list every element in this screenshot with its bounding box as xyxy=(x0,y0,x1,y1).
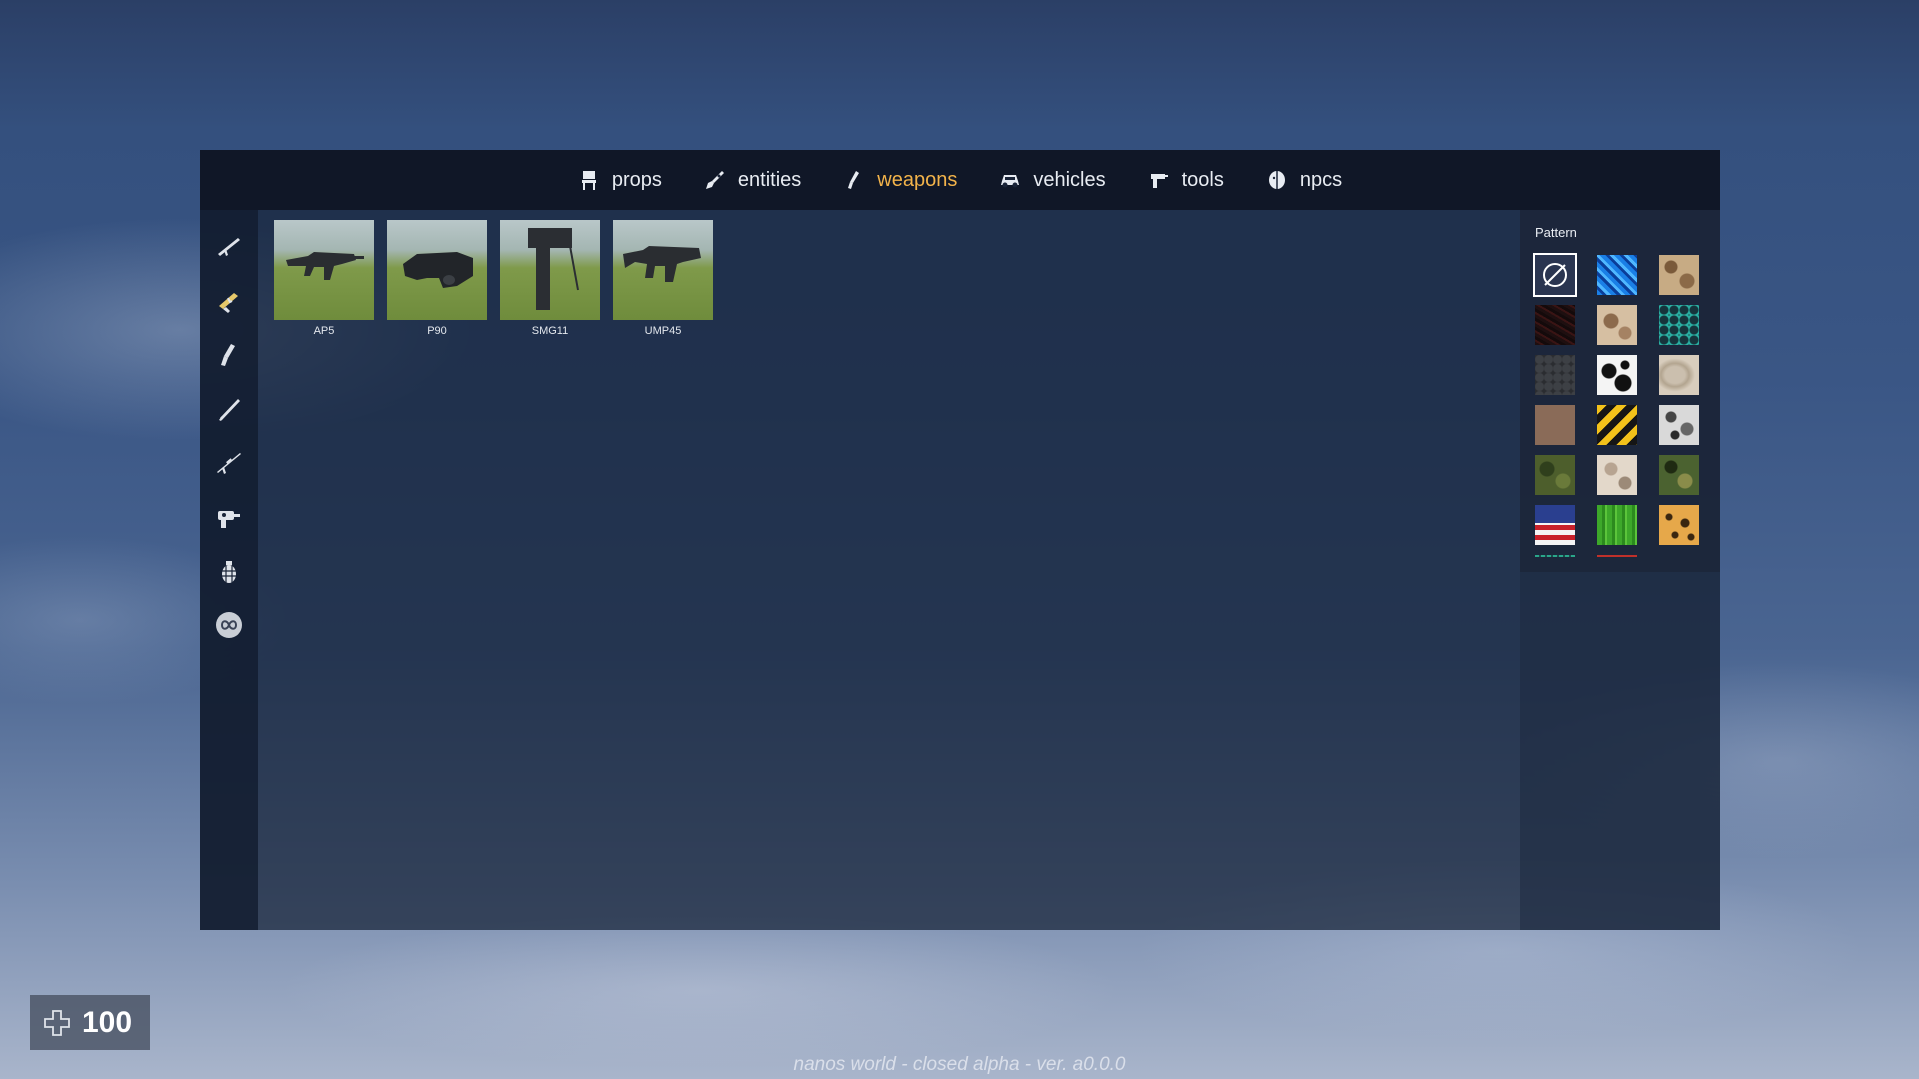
weapon-thumbnail xyxy=(613,220,713,320)
category-rifle[interactable] xyxy=(214,232,244,262)
category-smg[interactable] xyxy=(214,286,244,316)
weapon-thumbnail xyxy=(500,220,600,320)
rocket-icon xyxy=(705,171,724,189)
weapon-name: AP5 xyxy=(313,325,335,337)
pattern-swatch-green-stripes[interactable] xyxy=(1597,505,1637,545)
health-indicator: 100 xyxy=(30,995,150,1050)
tab-label: tools xyxy=(1181,168,1224,191)
p90-model-icon xyxy=(403,252,473,288)
weapon-card-ap5[interactable]: AP5 xyxy=(274,220,374,337)
weapon-card-ump45[interactable]: UMP45 xyxy=(613,220,713,337)
top-nav: props entities weapons vehicles tools np… xyxy=(200,150,1720,210)
special-weapon-icon xyxy=(218,511,240,528)
pattern-swatch-tan-camo[interactable] xyxy=(1597,305,1637,345)
pattern-swatch-partial xyxy=(1535,555,1575,557)
ap5-model-icon xyxy=(286,252,364,280)
smg-icon xyxy=(219,293,238,313)
pistol-icon xyxy=(221,344,235,366)
weapon-card-p90[interactable]: P90 xyxy=(387,220,487,337)
tab-entities[interactable]: entities xyxy=(704,169,801,192)
rifle-icon xyxy=(218,238,240,256)
spawn-menu: props entities weapons vehicles tools np… xyxy=(200,150,1720,930)
tab-label: vehicles xyxy=(1033,168,1106,191)
pattern-swatch-blue-digital-camo[interactable] xyxy=(1597,255,1637,295)
pattern-swatch-teal-hexagon[interactable] xyxy=(1659,305,1699,345)
category-shotgun[interactable] xyxy=(214,394,244,424)
ump45-model-icon xyxy=(623,246,701,282)
pattern-swatch-green-camo[interactable] xyxy=(1535,455,1575,495)
pattern-swatch-brown-leather[interactable] xyxy=(1535,405,1575,445)
category-special[interactable] xyxy=(214,502,244,532)
category-pistol[interactable] xyxy=(214,340,244,370)
pattern-swatch-yellow-black-stripes[interactable] xyxy=(1597,405,1637,445)
health-value: 100 xyxy=(82,1005,133,1039)
weapon-name: P90 xyxy=(427,325,447,337)
health-cross-icon xyxy=(44,1009,70,1036)
category-misc[interactable] xyxy=(214,610,244,640)
tab-weapons[interactable]: weapons xyxy=(843,169,957,192)
pattern-swatch-urban-camo[interactable] xyxy=(1659,405,1699,445)
pattern-box: Pattern xyxy=(1520,210,1720,572)
infinity-icon xyxy=(216,612,242,638)
weapon-name: SMG11 xyxy=(531,325,569,337)
pattern-panel: Pattern xyxy=(1520,210,1720,930)
category-grenade[interactable] xyxy=(214,556,244,586)
pattern-swatch-leopard[interactable] xyxy=(1659,505,1699,545)
shotgun-icon xyxy=(219,399,240,421)
weapon-name: UMP45 xyxy=(644,325,682,337)
tab-label: entities xyxy=(737,168,802,191)
chair-icon xyxy=(581,171,596,190)
pattern-title: Pattern xyxy=(1535,225,1577,240)
pattern-swatch-beige-swirl[interactable] xyxy=(1659,355,1699,395)
weapon-card-smg11[interactable]: SMG11 xyxy=(500,220,600,337)
pattern-swatch-none[interactable] xyxy=(1533,253,1577,297)
tab-tools[interactable]: tools xyxy=(1148,169,1224,192)
tab-label: props xyxy=(611,168,662,191)
weapon-grid: AP5 P90 SMG11 UMP45 xyxy=(274,220,713,337)
pattern-swatch-dark-hexagon[interactable] xyxy=(1535,355,1575,395)
toolgun-icon xyxy=(1150,174,1168,188)
none-icon xyxy=(1543,263,1567,287)
tab-props[interactable]: props xyxy=(578,169,662,192)
pattern-swatch-woodland-camo[interactable] xyxy=(1659,455,1699,495)
weapon-thumbnail xyxy=(274,220,374,320)
pattern-swatch-desert-camo[interactable] xyxy=(1659,255,1699,295)
weapon-category-rail xyxy=(200,210,258,930)
head-icon xyxy=(1268,171,1285,189)
category-sniper[interactable] xyxy=(214,448,244,478)
pattern-swatch-dark-red-noise[interactable] xyxy=(1535,305,1575,345)
car-icon xyxy=(1001,175,1020,188)
pistol-icon xyxy=(848,171,860,189)
weapon-thumbnail xyxy=(387,220,487,320)
smg11-model-icon xyxy=(528,228,579,310)
pattern-swatch-light-desert-camo[interactable] xyxy=(1597,455,1637,495)
pattern-swatch-usa-flag[interactable] xyxy=(1535,505,1575,545)
pattern-swatch-partial xyxy=(1597,555,1637,557)
pattern-swatch-white-black-splatter[interactable] xyxy=(1597,355,1637,395)
version-footer: nanos world - closed alpha - ver. a0.0.0 xyxy=(793,1054,1126,1075)
tab-npcs[interactable]: npcs xyxy=(1266,169,1342,192)
tab-vehicles[interactable]: vehicles xyxy=(999,168,1106,192)
grenade-icon xyxy=(222,561,236,583)
sniper-icon xyxy=(217,453,241,474)
tab-label: npcs xyxy=(1299,168,1343,191)
tab-label: weapons xyxy=(877,168,958,191)
